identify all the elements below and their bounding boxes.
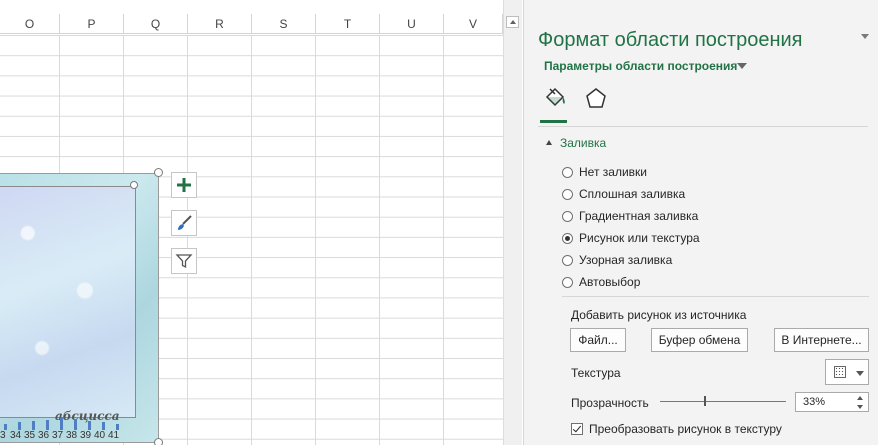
- tick-label: 34: [10, 430, 22, 441]
- tick-label: 35: [24, 430, 36, 441]
- tick-label: 39: [80, 430, 92, 441]
- active-tab-indicator: [540, 120, 567, 123]
- tick-label: 40: [94, 430, 106, 441]
- bar: [18, 422, 21, 430]
- checkbox-checked[interactable]: [571, 423, 583, 435]
- radio-no-fill[interactable]: Нет заливки: [562, 164, 647, 180]
- tick-label: 38: [66, 430, 78, 441]
- radio-button[interactable]: [562, 166, 573, 178]
- bar: [60, 418, 63, 430]
- divider: [562, 296, 869, 297]
- transparency-label: Прозрачность: [571, 396, 649, 410]
- plot-area[interactable]: [0, 186, 136, 418]
- scroll-up-arrow-icon[interactable]: [506, 16, 519, 28]
- grid-line: [443, 35, 444, 445]
- tile-checkbox-row[interactable]: Преобразовать рисунок в текстуру: [571, 421, 782, 437]
- column-header-T[interactable]: T: [316, 14, 380, 34]
- section-fill-header[interactable]: Заливка: [560, 136, 606, 150]
- radio-solid-fill[interactable]: Сплошная заливка: [562, 186, 685, 202]
- column-header-P[interactable]: P: [60, 14, 124, 34]
- spin-down-icon[interactable]: [857, 405, 863, 409]
- tick-label: 36: [38, 430, 50, 441]
- bar: [88, 421, 91, 430]
- divider: [538, 126, 868, 127]
- section-collapse-icon[interactable]: [546, 140, 552, 145]
- column-header-V[interactable]: V: [444, 14, 503, 34]
- file-button[interactable]: Файл...: [570, 328, 626, 352]
- bar: [102, 422, 105, 430]
- radio-gradient-fill[interactable]: Градиентная заливка: [562, 208, 698, 224]
- resize-handle-bottom-right[interactable]: [154, 438, 163, 445]
- column-header-R[interactable]: R: [188, 14, 252, 34]
- paint-bucket-icon[interactable]: [542, 85, 568, 113]
- column-header-O[interactable]: O: [0, 14, 60, 34]
- plot-handle-top-right[interactable]: [130, 181, 138, 189]
- checkbox-label: Преобразовать рисунок в текстуру: [589, 422, 782, 436]
- texture-swatch-icon: [834, 366, 846, 378]
- column-header-U[interactable]: U: [380, 14, 444, 34]
- radio-automatic[interactable]: Автовыбор: [562, 274, 640, 290]
- chevron-down-icon: [856, 371, 864, 376]
- chevron-down-icon[interactable]: [737, 63, 747, 69]
- transparency-input[interactable]: 33%: [795, 392, 869, 412]
- grid-line: [251, 35, 252, 445]
- vertical-scrollbar[interactable]: [503, 0, 522, 445]
- tick-label: 37: [52, 430, 64, 441]
- radio-label: Градиентная заливка: [579, 209, 699, 223]
- radio-picture-texture-fill[interactable]: Рисунок или текстура: [562, 230, 700, 246]
- radio-label: Рисунок или текстура: [579, 231, 700, 245]
- radio-button[interactable]: [562, 276, 573, 288]
- radio-button[interactable]: [562, 188, 573, 200]
- transparency-slider[interactable]: [660, 401, 786, 402]
- chart-styles-button[interactable]: [171, 210, 197, 236]
- format-pane: Формат области построения Параметры обла…: [523, 0, 878, 445]
- chart-elements-button[interactable]: [171, 172, 197, 198]
- clipboard-button[interactable]: Буфер обмена: [651, 328, 748, 352]
- resize-handle-top-right[interactable]: [154, 168, 163, 177]
- brush-icon: [178, 215, 192, 230]
- pane-options-dropdown[interactable]: Параметры области построения: [544, 59, 737, 73]
- spreadsheet[interactable]: O P Q R S T U V абсцисса 3 34 35 36 37 3…: [0, 0, 503, 445]
- radio-button[interactable]: [562, 210, 573, 222]
- plus-icon: [177, 178, 191, 192]
- grid-line: [187, 35, 188, 445]
- texture-label: Текстура: [571, 366, 621, 380]
- grid-line: [379, 35, 380, 445]
- insert-picture-label: Добавить рисунок из источника: [571, 308, 747, 322]
- tick-label: 41: [108, 430, 120, 441]
- radio-label: Автовыбор: [579, 275, 641, 289]
- chart-filters-button[interactable]: [171, 248, 197, 274]
- column-header-row: O P Q R S T U V: [0, 14, 503, 34]
- pentagon-icon[interactable]: [583, 85, 609, 113]
- column-header-S[interactable]: S: [252, 14, 316, 34]
- slider-thumb[interactable]: [704, 396, 706, 406]
- bar: [74, 419, 77, 430]
- pane-options-icon[interactable]: [861, 34, 869, 39]
- column-header-Q[interactable]: Q: [124, 14, 188, 34]
- bar: [32, 421, 35, 430]
- pane-title: Формат области построения: [538, 29, 803, 51]
- funnel-icon: [175, 254, 193, 269]
- radio-button[interactable]: [562, 254, 573, 266]
- chart-area[interactable]: [0, 173, 159, 443]
- radio-button-checked[interactable]: [562, 232, 573, 244]
- spin-up-icon[interactable]: [857, 396, 863, 400]
- tick-label: 3: [0, 430, 6, 441]
- x-axis-ticks: 3 34 35 36 37 38 39 40 41: [0, 418, 150, 445]
- radio-label: Сплошная заливка: [579, 187, 686, 201]
- texture-dropdown[interactable]: [825, 359, 869, 385]
- bar: [46, 420, 49, 430]
- radio-label: Узорная заливка: [579, 253, 673, 267]
- online-button[interactable]: В Интернете...: [774, 328, 869, 352]
- grid-line: [315, 35, 316, 445]
- radio-label: Нет заливки: [579, 165, 647, 179]
- radio-pattern-fill[interactable]: Узорная заливка: [562, 252, 672, 268]
